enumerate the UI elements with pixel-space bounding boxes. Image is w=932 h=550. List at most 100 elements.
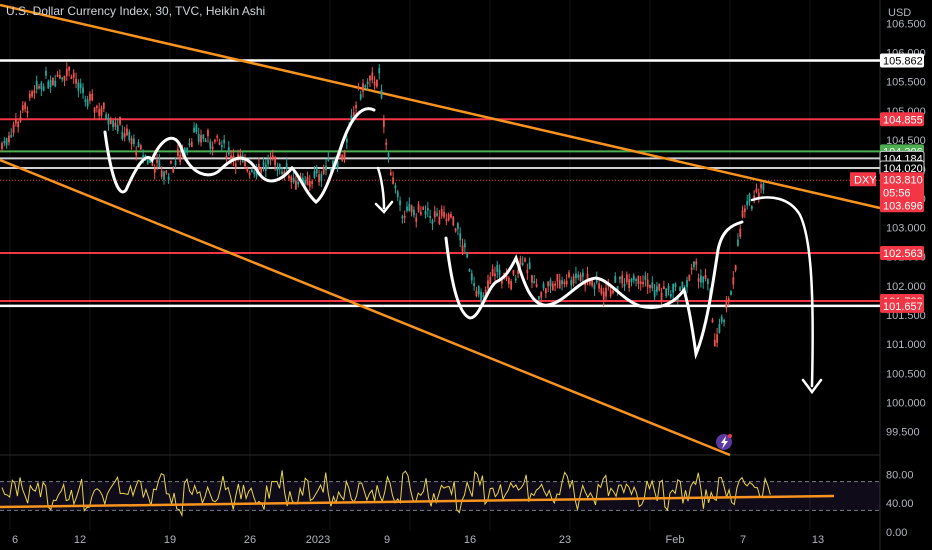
candle-body — [737, 239, 739, 246]
candle-body — [690, 267, 693, 270]
candle-body — [371, 72, 374, 81]
candle-body — [651, 282, 654, 289]
chart-header: U.S. Dollar Currency Index, 30, TVC, Hei… — [6, 4, 265, 18]
candle-body — [366, 81, 369, 85]
candle-body — [197, 133, 200, 142]
candle-body — [426, 207, 429, 211]
candle-body — [723, 319, 725, 323]
candle-body — [424, 211, 427, 215]
candle-body — [461, 245, 464, 252]
candle-body — [431, 220, 434, 224]
candle-body — [322, 167, 325, 174]
candle-body — [119, 117, 121, 125]
candle-body — [297, 181, 300, 185]
candle-body — [253, 171, 256, 175]
time-tick-label: 6 — [12, 534, 18, 546]
candle-body — [311, 181, 314, 185]
time-axis[interactable]: 6 12 19 26 2023 9 16 23 Feb 7 13 — [12, 534, 824, 546]
candle-body — [734, 265, 737, 271]
rsi-tick-label: 40.00 — [886, 498, 914, 510]
candle-body — [61, 77, 64, 80]
candle-body — [14, 119, 17, 124]
candle-body — [58, 74, 61, 79]
candle-body — [653, 290, 656, 297]
candle-body — [457, 223, 459, 229]
candle-body — [632, 275, 635, 281]
candle-body — [656, 286, 658, 292]
candle-body — [267, 159, 270, 165]
candle-body — [186, 147, 189, 153]
candle-body — [170, 160, 172, 164]
candle-body — [716, 334, 719, 343]
candle-body — [65, 68, 68, 76]
candle-body — [172, 168, 175, 173]
candle-body — [727, 298, 730, 301]
candle-body — [528, 262, 531, 270]
candle-body — [674, 283, 677, 287]
candle-body — [718, 324, 721, 333]
candle-body — [702, 276, 705, 283]
candle-body — [415, 217, 418, 222]
candle-body — [223, 139, 226, 144]
candle-body — [86, 99, 89, 107]
candle-body — [637, 275, 640, 284]
rsi-tick-label: 0.00 — [886, 527, 907, 539]
candle-body — [167, 176, 170, 181]
candle-body — [667, 285, 670, 291]
candle-body — [313, 171, 316, 179]
candle-body — [646, 279, 649, 288]
candle-body — [281, 171, 283, 175]
candle-body — [176, 149, 179, 156]
candle-body — [220, 145, 223, 148]
price-tick-label: 101.000 — [886, 339, 926, 351]
candle-body — [577, 274, 580, 278]
price-tick-label: 100.000 — [886, 398, 926, 410]
candle-body — [693, 261, 695, 268]
candle-body — [635, 279, 638, 281]
candle-body — [35, 80, 38, 89]
candle-body — [408, 204, 411, 211]
candle-body — [359, 94, 362, 100]
candle-body — [746, 201, 749, 206]
price-chart[interactable]: USD106.500106.000105.500105.000104.50010… — [0, 0, 932, 550]
candle-body — [748, 194, 751, 203]
channel-lower-line — [0, 158, 731, 457]
candle-body — [72, 72, 75, 78]
candle-body — [554, 283, 557, 286]
candle-body — [204, 139, 207, 143]
candle-body — [102, 103, 105, 109]
time-tick-label: 2023 — [306, 534, 330, 546]
candle-body — [276, 168, 279, 171]
drawn-target-arrow-shaft — [750, 196, 814, 388]
price-axis[interactable]: USD106.500106.000105.500105.000104.50010… — [886, 7, 926, 539]
candle-body — [609, 290, 612, 296]
time-tick-label: 13 — [812, 534, 824, 546]
candle-body — [100, 107, 103, 116]
candle-body — [70, 76, 73, 79]
candle-body — [494, 273, 496, 277]
time-tick-label: 26 — [244, 534, 256, 546]
candle-body — [116, 125, 119, 132]
candle-body — [623, 283, 626, 287]
candle-body — [126, 128, 128, 136]
candle-body — [510, 281, 513, 290]
candle-body — [491, 268, 494, 276]
candle-body — [327, 158, 330, 161]
prev-price-label: 103.696 — [883, 200, 923, 212]
candle-body — [396, 191, 399, 197]
candle-body — [438, 216, 441, 224]
candle-body — [385, 142, 388, 145]
candle-body — [732, 277, 735, 285]
candle-body — [290, 176, 293, 183]
candle-body — [63, 75, 66, 81]
candle-body — [686, 280, 688, 288]
candle-body — [128, 131, 131, 141]
candle-body — [475, 290, 478, 297]
candle-body — [401, 216, 404, 219]
candle-body — [364, 85, 367, 88]
candle-body — [376, 79, 378, 87]
level-tag-label: 101.657 — [883, 301, 923, 313]
candle-body — [711, 319, 714, 323]
candle-body — [399, 200, 401, 206]
countdown-label: 05:56 — [883, 187, 911, 199]
